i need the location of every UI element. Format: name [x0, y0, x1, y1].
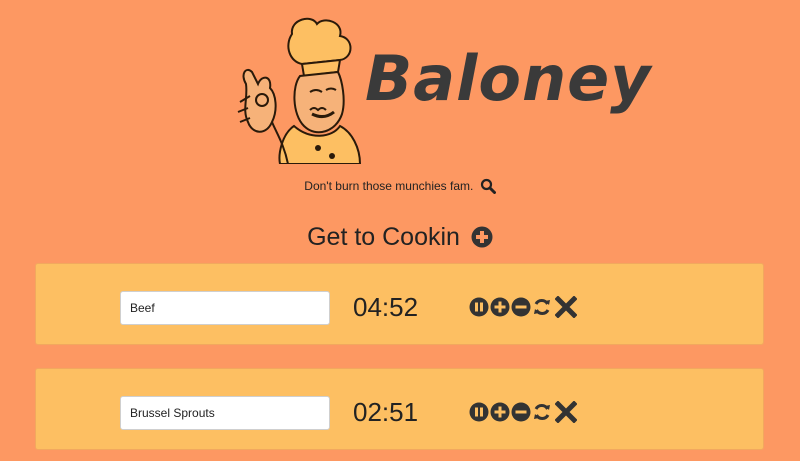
plus-icon[interactable] [490, 297, 510, 317]
timer-time: 02:51 [353, 397, 419, 427]
timer-card: 04:52 [35, 263, 764, 345]
pause-icon[interactable] [469, 297, 489, 317]
brand-title: Baloney [365, 42, 652, 115]
minus-icon[interactable] [511, 402, 531, 422]
timer-time: 04:52 [353, 292, 419, 322]
close-icon[interactable] [555, 401, 577, 423]
plus-icon[interactable] [490, 402, 510, 422]
timer-name-input[interactable] [120, 291, 330, 325]
plus-circle-icon[interactable] [471, 226, 493, 248]
header: Baloney Don't burn those munchies fam. G… [0, 0, 800, 251]
timer-name-input[interactable] [120, 396, 330, 430]
tagline-text: Don't burn those munchies fam. [304, 179, 474, 193]
timer-controls [469, 294, 578, 320]
reset-icon[interactable] [532, 402, 552, 422]
close-icon[interactable] [555, 296, 577, 318]
search-icon[interactable] [480, 178, 496, 194]
reset-icon[interactable] [532, 297, 552, 317]
add-timer-row: Get to Cookin [0, 222, 800, 252]
pause-icon[interactable] [469, 402, 489, 422]
minus-icon[interactable] [511, 297, 531, 317]
timer-controls [469, 399, 578, 425]
timer-card: 02:51 [35, 368, 764, 450]
tagline: Don't burn those munchies fam. [0, 178, 800, 194]
chef-logo-icon [237, 17, 362, 164]
add-timer-label: Get to Cookin [307, 222, 460, 251]
